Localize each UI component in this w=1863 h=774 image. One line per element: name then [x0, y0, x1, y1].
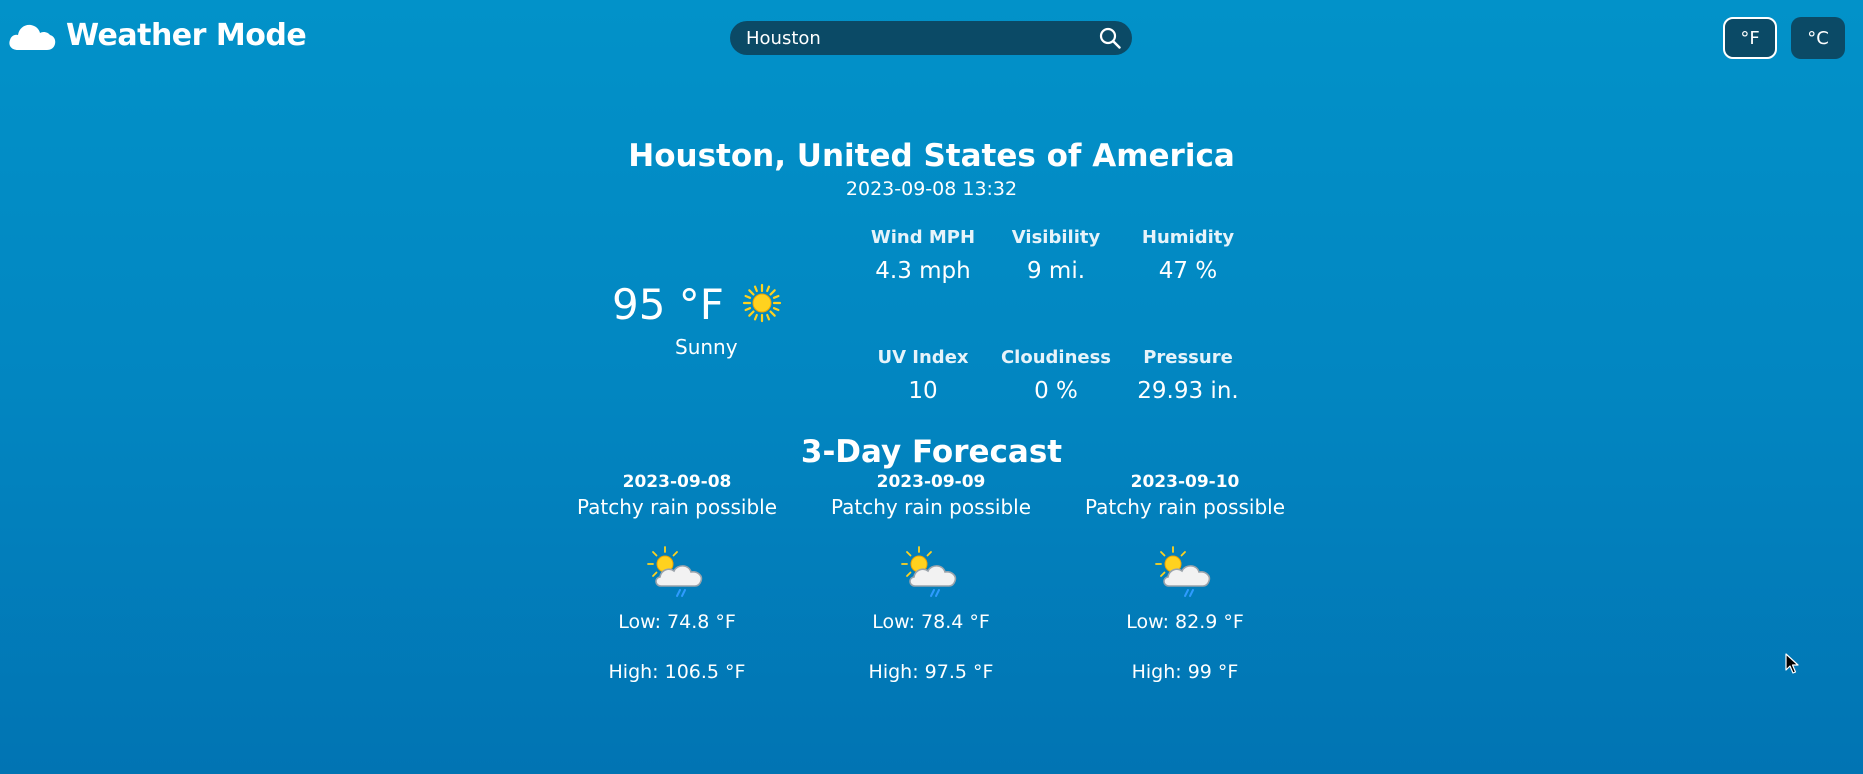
stat-label: Cloudiness	[1000, 347, 1112, 368]
forecast-low: Low: 74.8 °F	[618, 611, 736, 633]
location-title: Houston, United States of America	[628, 138, 1235, 174]
forecast-date: 2023-09-09	[876, 472, 986, 492]
forecast-condition: Patchy rain possible	[1084, 495, 1286, 519]
patchy-rain-icon	[647, 545, 707, 599]
celsius-button[interactable]: °C	[1791, 17, 1845, 59]
local-datetime: 2023-09-08 13:32	[845, 178, 1018, 200]
stat-uv-index: UV Index 10	[848, 347, 998, 404]
forecast-high: High: 99 °F	[1131, 661, 1239, 683]
current-temperature: 95 °F	[612, 280, 724, 329]
stat-pressure: Pressure 29.93 in.	[1113, 347, 1263, 404]
stat-visibility: Visibility 9 mi.	[981, 227, 1131, 284]
search-bar	[730, 21, 1132, 55]
stat-label: UV Index	[877, 347, 969, 368]
stat-value: 47 %	[1158, 258, 1218, 284]
stat-value: 0 %	[1034, 378, 1078, 404]
forecast-day: 2023-09-10 Patchy rain possible Low: 82.…	[1075, 472, 1295, 683]
app-header: Weather Mode °F °C	[0, 0, 1863, 78]
search-icon[interactable]	[1088, 21, 1132, 55]
stat-value: 9 mi.	[1026, 258, 1086, 284]
stat-cloudiness: Cloudiness 0 %	[981, 347, 1131, 404]
forecast-low: Low: 82.9 °F	[1126, 611, 1244, 633]
forecast-low: Low: 78.4 °F	[872, 611, 990, 633]
stat-value: 29.93 in.	[1137, 378, 1239, 404]
forecast-date: 2023-09-08	[622, 472, 732, 492]
patchy-rain-icon	[1155, 545, 1215, 599]
sun-icon	[742, 283, 782, 327]
forecast-date: 2023-09-10	[1130, 472, 1240, 492]
stat-humidity: Humidity 47 %	[1113, 227, 1263, 284]
mouse-cursor-icon	[1785, 653, 1799, 679]
forecast-high: High: 97.5 °F	[868, 661, 994, 683]
search-input[interactable]	[730, 21, 1088, 55]
forecast-condition: Patchy rain possible	[830, 495, 1032, 519]
app-title: Weather Mode	[66, 18, 307, 53]
brand[interactable]: Weather Mode	[8, 18, 307, 53]
stat-label: Wind MPH	[870, 227, 976, 248]
stat-value: 4.3 mph	[875, 258, 971, 284]
current-conditions: 95 °F Sunny	[612, 280, 802, 359]
stat-label: Humidity	[1141, 227, 1235, 248]
cloud-icon	[8, 20, 56, 52]
forecast-title: 3-Day Forecast	[800, 434, 1063, 470]
forecast-day: 2023-09-08 Patchy rain possible Low: 74.…	[567, 472, 787, 683]
patchy-rain-icon	[901, 545, 961, 599]
forecast-high: High: 106.5 °F	[608, 661, 746, 683]
forecast-day: 2023-09-09 Patchy rain possible Low: 78.…	[821, 472, 1041, 683]
stat-wind: Wind MPH 4.3 mph	[848, 227, 998, 284]
stat-label: Pressure	[1143, 347, 1233, 368]
fahrenheit-button[interactable]: °F	[1723, 17, 1777, 59]
stat-value: 10	[908, 378, 938, 404]
current-condition: Sunny	[675, 335, 738, 359]
stat-label: Visibility	[1011, 227, 1101, 248]
forecast-condition: Patchy rain possible	[576, 495, 778, 519]
